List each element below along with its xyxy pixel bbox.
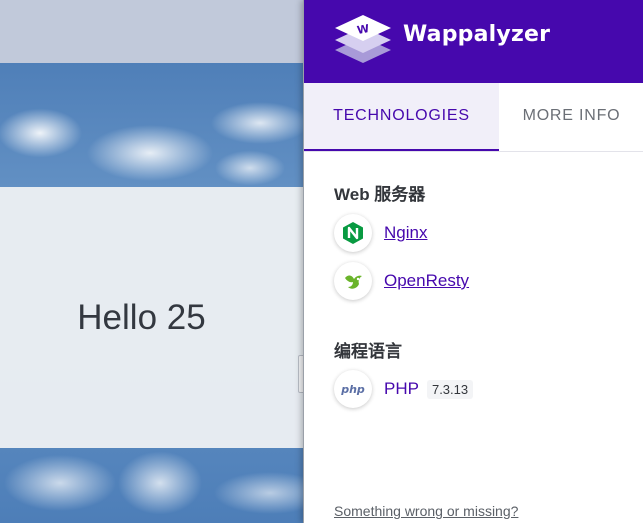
hello-card: Hello 25: [0, 187, 303, 448]
tech-link-openresty[interactable]: OpenResty: [384, 271, 469, 291]
nginx-icon: [334, 214, 372, 252]
tab-more-info[interactable]: MORE INFO: [499, 83, 643, 149]
category-title-web-server: Web 服务器: [334, 185, 426, 204]
tech-link-nginx[interactable]: Nginx: [384, 223, 427, 243]
wappalyzer-popup: W Wappalyzer TECHNOLOGIES MORE INFO Web …: [303, 0, 643, 523]
popup-header: W Wappalyzer: [304, 0, 643, 83]
tech-row-nginx: Nginx: [334, 214, 427, 252]
webpage-top-band: [0, 0, 303, 63]
php-icon-text: php: [341, 382, 365, 396]
php-icon: php: [334, 370, 372, 408]
tech-name-php: PHP: [384, 379, 419, 398]
report-issue-link[interactable]: Something wrong or missing?: [334, 503, 518, 519]
tech-row-openresty: OpenResty: [334, 262, 469, 300]
background-webpage: Hello 25: [0, 0, 303, 523]
category-title-programming-language: 编程语言: [334, 342, 402, 361]
svg-text:W: W: [356, 22, 370, 37]
tab-technologies[interactable]: TECHNOLOGIES: [304, 83, 499, 151]
version-badge-php: 7.3.13: [426, 379, 474, 399]
tab-bar: TECHNOLOGIES MORE INFO: [304, 83, 643, 152]
openresty-icon: [334, 262, 372, 300]
tech-row-php: php PHP 7.3.13: [334, 370, 474, 408]
hello-text: Hello 25: [77, 297, 206, 337]
brand-name: Wappalyzer: [403, 22, 551, 47]
wappalyzer-logo-icon: W: [335, 15, 391, 63]
